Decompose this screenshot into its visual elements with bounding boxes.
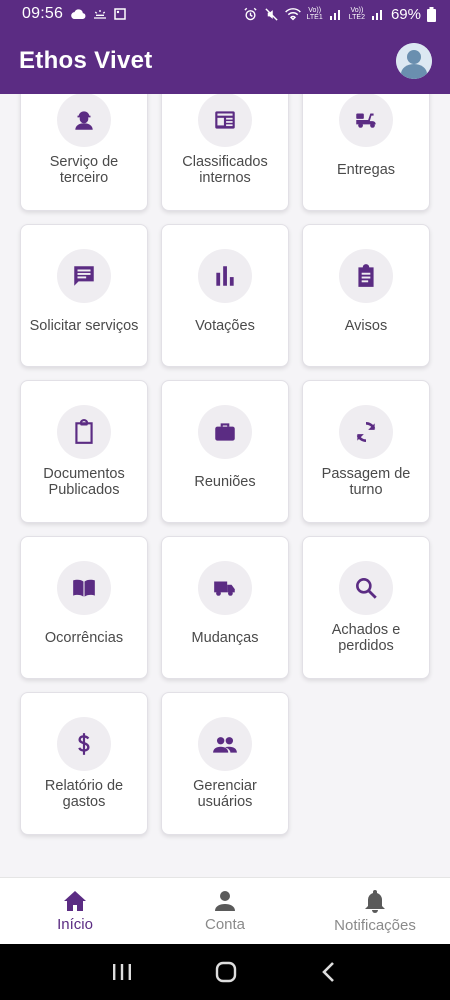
back-icon[interactable]	[319, 961, 339, 983]
mute-icon	[264, 7, 278, 21]
card-icon-circle	[198, 717, 252, 771]
briefcase-icon	[215, 423, 235, 441]
card-label: Serviço de terceiro	[49, 153, 119, 186]
worker-icon	[75, 111, 93, 130]
home-icon	[64, 890, 86, 911]
service-card[interactable]: Votações	[161, 224, 289, 367]
card-label: Entregas	[336, 161, 396, 178]
clipboard-list-icon	[358, 264, 374, 287]
avatar[interactable]	[396, 43, 432, 79]
card-label: Avisos	[344, 317, 388, 334]
app-bar: Ethos Vivet	[0, 28, 450, 94]
image-icon	[114, 8, 126, 20]
card-icon-circle	[339, 561, 393, 615]
system-navigation-bar	[0, 944, 450, 1000]
lte2-indicator: Vo)) LTE2	[348, 7, 365, 21]
bottom-navigation: Início Conta Notificações	[0, 877, 450, 944]
card-icon-circle	[198, 249, 252, 303]
card-label: Passagem de turno	[321, 465, 411, 498]
wifi-icon	[284, 8, 301, 21]
truck-icon	[214, 581, 235, 596]
card-icon-circle	[57, 94, 111, 147]
search-icon	[356, 578, 377, 599]
battery-icon	[427, 6, 436, 22]
status-bar: 09:56 Vo)) LTE1 Vo)) LTE2 69%	[0, 0, 450, 28]
card-icon-circle	[57, 717, 111, 771]
user-avatar-icon	[396, 43, 432, 79]
service-card[interactable]: Documentos Publicados	[20, 380, 148, 523]
service-card[interactable]: Entregas	[302, 94, 430, 211]
nav-item-inicio[interactable]: Início	[0, 878, 150, 944]
service-card[interactable]: Mudanças	[161, 536, 289, 679]
service-card[interactable]: Gerenciar usuários	[161, 692, 289, 835]
signal-icon-2	[371, 10, 382, 20]
service-card[interactable]: Serviço de terceiro	[20, 94, 148, 211]
service-card[interactable]: Classificados internos	[161, 94, 289, 211]
person-icon	[215, 890, 235, 911]
clipboard-icon	[75, 419, 93, 444]
card-label: Mudanças	[191, 629, 259, 646]
card-label: Gerenciar usuários	[193, 777, 257, 810]
recent-apps-icon[interactable]	[111, 962, 133, 982]
service-card[interactable]: Solicitar serviços	[20, 224, 148, 367]
services-grid: Serviço de terceiro Classificados interno…	[20, 94, 430, 835]
card-icon-circle	[198, 561, 252, 615]
clock: 09:56	[22, 5, 64, 22]
card-label: Achados e perdidos	[331, 621, 401, 654]
home-button-icon[interactable]	[215, 961, 237, 983]
signal-icon-1	[329, 10, 340, 20]
alarm-icon	[243, 7, 257, 20]
nav-label-conta: Conta	[204, 915, 246, 933]
nav-item-conta[interactable]: Conta	[150, 878, 300, 944]
card-icon-circle	[339, 94, 393, 147]
nav-label-notificacoes: Notificações	[334, 916, 416, 934]
card-label: Reuniões	[194, 473, 256, 490]
card-icon-circle	[57, 561, 111, 615]
cloud-icon	[71, 9, 86, 20]
card-label: Relatório de gastos	[44, 777, 124, 810]
card-icon-circle	[57, 249, 111, 303]
card-label: Votações	[195, 317, 255, 334]
card-icon-circle	[198, 94, 252, 147]
chat-message-icon	[74, 266, 94, 286]
main-content: Serviço de terceiro Classificados interno…	[0, 94, 450, 877]
service-card[interactable]: Achados e perdidos	[302, 536, 430, 679]
service-card[interactable]: Ocorrências	[20, 536, 148, 679]
card-label: Documentos Publicados	[43, 465, 125, 498]
card-icon-circle	[57, 405, 111, 459]
card-icon-circle	[339, 249, 393, 303]
delivery-scooter-icon	[356, 113, 376, 128]
open-book-icon	[73, 579, 95, 597]
app-title: Ethos Vivet	[19, 47, 153, 74]
nav-item-notificacoes[interactable]: Notificações	[300, 878, 450, 944]
service-card[interactable]: Reuniões	[161, 380, 289, 523]
weather-icon	[94, 10, 107, 19]
battery-level: 69%	[390, 5, 421, 23]
service-card[interactable]: Avisos	[302, 224, 430, 367]
card-label: Solicitar serviços	[29, 317, 139, 334]
card-label: Ocorrências	[44, 629, 124, 646]
nav-label-inicio: Início	[57, 915, 93, 933]
card-icon-circle	[339, 405, 393, 459]
card-label: Classificados internos	[182, 153, 268, 186]
bell-icon	[365, 889, 385, 913]
newspaper-icon	[215, 111, 235, 129]
sync-icon	[356, 422, 376, 442]
service-card[interactable]: Relatório de gastos	[20, 692, 148, 835]
dollar-icon	[78, 733, 90, 755]
service-card[interactable]: Passagem de turno	[302, 380, 430, 523]
lte1-indicator: Vo)) LTE1	[306, 7, 323, 21]
people-icon	[213, 737, 237, 753]
bar-chart-icon	[216, 266, 234, 286]
card-icon-circle	[198, 405, 252, 459]
